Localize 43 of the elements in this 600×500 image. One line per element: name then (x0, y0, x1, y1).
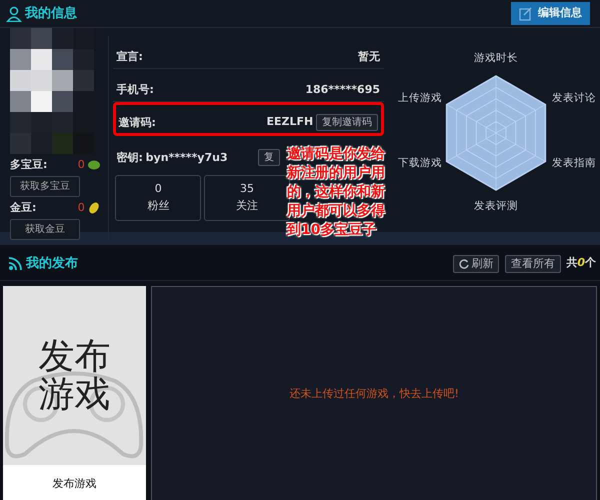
annotation-text: 邀请码是你发给新注册的用户用的，这样你和新用户都可以多得到10多宝豆子 (287, 145, 386, 240)
wallet-value: 0 (78, 200, 85, 216)
bean-icon (88, 202, 100, 214)
field-label: 密钥: (116, 150, 143, 166)
edit-info-button[interactable]: 编辑信息 (511, 2, 590, 25)
radar-axis-label: 发表指南 (552, 156, 596, 169)
field-value: byn*****y7u3 (146, 150, 228, 166)
wallet-button[interactable]: 获取多宝豆 (10, 176, 80, 197)
stat-value: 0 (154, 181, 162, 197)
radar-axis-label: 下载游戏 (398, 156, 442, 169)
radar-axis-label: 上传游戏 (398, 92, 442, 104)
field-label: 邀请码: (118, 114, 156, 130)
field-label: 手机号: (116, 82, 154, 98)
item-count: 共0个 (566, 255, 596, 272)
bean-icon (88, 159, 100, 171)
wallet-label: 多宝豆: (10, 156, 48, 173)
toolbar-button[interactable]: 查看所有 (504, 254, 561, 273)
wallet-label: 金豆: (10, 200, 36, 216)
field-label: 宣言: (116, 48, 143, 64)
field-value: 186*****695 (305, 82, 380, 98)
copy-button[interactable]: 复制邀请码 (316, 114, 378, 131)
rss-icon (8, 256, 23, 272)
field-value: EEZLFH (266, 114, 314, 130)
radar-axis-label: 发表讨论 (552, 92, 596, 104)
wallet-button[interactable]: 获取金豆 (10, 219, 80, 240)
stat-label: 关注 (236, 198, 258, 214)
toolbar-button[interactable]: 刷新 (452, 254, 500, 273)
radar-axis-label: 游戏时长 (474, 52, 518, 64)
edit-icon (519, 6, 533, 20)
card-label: 发布游戏 (51, 476, 98, 492)
empty-message: 还未上传过任何游戏，快去上传吧! (290, 386, 459, 402)
stat-label: 粉丝 (147, 198, 170, 214)
radar-axis-label: 发表评测 (474, 200, 518, 212)
section-title: 我的信息 (24, 4, 77, 23)
wallet-value: 0 (78, 156, 85, 173)
section-title: 我的发布 (26, 255, 78, 273)
publish-card[interactable]: 发布游戏 发布游戏 (2, 286, 146, 500)
copy-button[interactable]: 复 (258, 149, 280, 166)
art-title: 发布游戏 (37, 338, 112, 414)
user-icon (6, 6, 22, 22)
refresh-icon (458, 258, 469, 269)
stat-value: 35 (240, 181, 254, 197)
field-value: 暂无 (358, 48, 380, 64)
